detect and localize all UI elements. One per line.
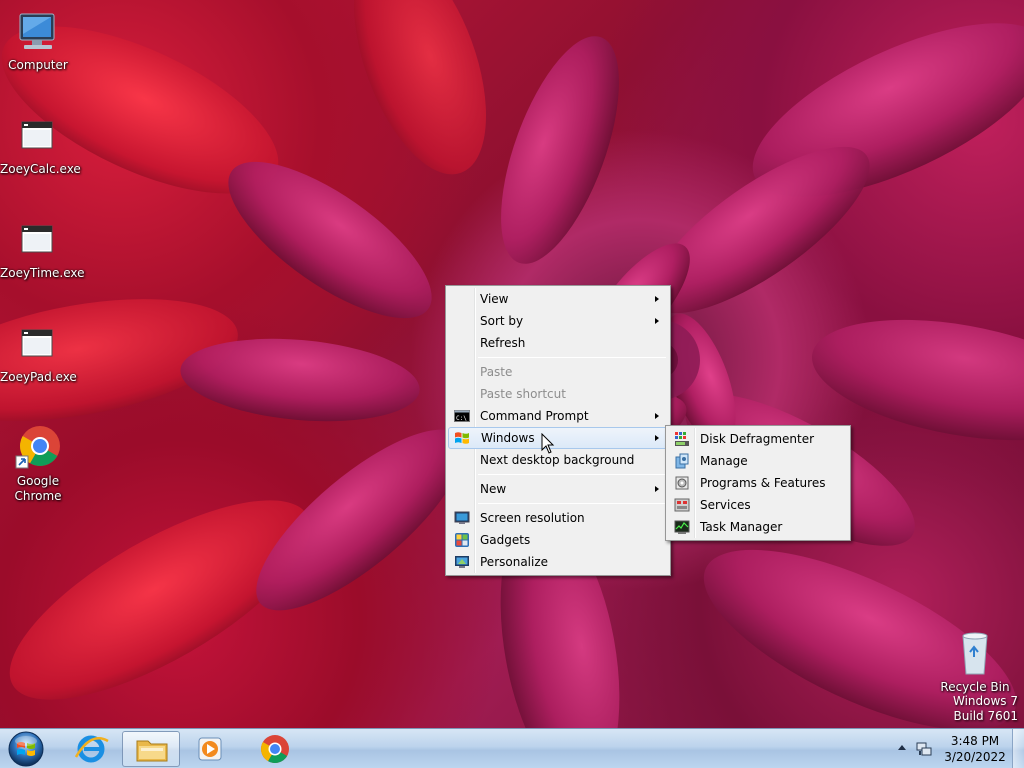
- submenu-arrow-icon: [655, 296, 659, 302]
- defrag-icon: [674, 431, 690, 447]
- computer-icon: [14, 8, 62, 56]
- menu-separator: [478, 474, 666, 475]
- media-player-icon: [198, 737, 222, 761]
- menu-item-label: Paste shortcut: [480, 387, 566, 401]
- menu-item-label: Personalize: [480, 555, 549, 569]
- menu-separator: [478, 503, 666, 504]
- menu-item-paste: Paste: [448, 361, 668, 383]
- menu-item-refresh[interactable]: Refresh: [448, 332, 668, 354]
- menu-item-label: Paste: [480, 365, 513, 379]
- show-desktop-button[interactable]: [1012, 729, 1024, 768]
- application-window-icon: [14, 320, 62, 368]
- personalize-icon: [454, 554, 470, 570]
- desktop-context-menu: View Sort by Refresh Paste Paste shortcu…: [445, 285, 671, 576]
- mouse-cursor-icon: [541, 433, 555, 454]
- submenu-arrow-icon: [655, 486, 659, 492]
- submenu-item-disk-defragmenter[interactable]: Disk Defragmenter: [668, 428, 848, 450]
- network-icon[interactable]: [916, 741, 932, 757]
- menu-item-label: Sort by: [480, 314, 524, 328]
- desktop-icon-computer[interactable]: Computer: [0, 8, 76, 73]
- taskbar-file-explorer[interactable]: [122, 731, 180, 767]
- manage-icon: [674, 453, 690, 469]
- menu-item-label: New: [480, 482, 507, 496]
- menu-item-label: Manage: [700, 454, 748, 468]
- submenu-arrow-icon: [655, 318, 659, 324]
- taskbar-media-player[interactable]: [182, 731, 240, 767]
- desktop-icon-label: Computer: [8, 58, 68, 72]
- menu-item-label: Command Prompt: [480, 409, 589, 423]
- menu-item-label: Services: [700, 498, 751, 512]
- start-button[interactable]: [3, 730, 49, 768]
- submenu-item-task-manager[interactable]: Task Manager: [668, 516, 848, 538]
- desktop-icon-label: Recycle Bin: [940, 680, 1010, 694]
- application-window-icon: [14, 216, 62, 264]
- desktop-icon-label: ZoeyCalc.exe: [0, 162, 81, 176]
- menu-item-label: Refresh: [480, 336, 526, 350]
- menu-item-label: Gadgets: [480, 533, 531, 547]
- menu-item-label: Task Manager: [700, 520, 783, 534]
- menu-item-sort-by[interactable]: Sort by: [448, 310, 668, 332]
- menu-item-gadgets[interactable]: Gadgets: [448, 529, 668, 551]
- chrome-icon: [14, 424, 62, 472]
- menu-separator: [478, 357, 666, 358]
- desktop-icon-label: Google Chrome: [14, 474, 62, 503]
- file-explorer-icon: [136, 740, 168, 762]
- menu-item-windows[interactable]: Windows: [448, 427, 668, 449]
- system-tray: 3:48 PM 3/20/2022: [884, 729, 1024, 768]
- desktop-icon-label: ZoeyPad.exe: [0, 370, 77, 384]
- windows-flag-icon: [454, 430, 470, 446]
- windows-orb-icon: [8, 731, 44, 767]
- clock-time: 3:48 PM: [950, 734, 1000, 748]
- menu-item-screen-resolution[interactable]: Screen resolution: [448, 507, 668, 529]
- desktop-icon-recycle-bin[interactable]: Recycle Bin: [937, 628, 1013, 695]
- menu-item-label: Next desktop background: [480, 453, 635, 467]
- desktop-icon-zoeytime[interactable]: ZoeyTime.exe: [0, 216, 85, 281]
- desktop-icon-google-chrome[interactable]: Google Chrome: [0, 424, 76, 504]
- menu-item-personalize[interactable]: Personalize: [448, 551, 668, 573]
- menu-item-next-desktop-background[interactable]: Next desktop background: [448, 449, 668, 471]
- watermark-os: Windows 7: [952, 694, 1018, 708]
- menu-item-label: Disk Defragmenter: [700, 432, 815, 446]
- menu-item-new[interactable]: New: [448, 478, 668, 500]
- submenu-arrow-icon: [655, 435, 659, 441]
- submenu-item-programs-features[interactable]: Programs & Features: [668, 472, 848, 494]
- monitor-icon: [454, 510, 470, 526]
- menu-item-label: Screen resolution: [480, 511, 585, 525]
- menu-item-label: View: [480, 292, 509, 306]
- submenu-arrow-icon: [655, 413, 659, 419]
- clock-date: 3/20/2022: [944, 750, 1006, 764]
- menu-item-label: Windows: [481, 431, 535, 445]
- desktop-icon-zoeycalc[interactable]: ZoeyCalc.exe: [0, 112, 81, 177]
- desktop-icon-zoeypad[interactable]: ZoeyPad.exe: [0, 320, 77, 385]
- programs-icon: [674, 475, 690, 491]
- taskbar-chrome[interactable]: [246, 731, 304, 767]
- internet-explorer-icon: [74, 735, 109, 763]
- menu-item-view[interactable]: View: [448, 288, 668, 310]
- menu-item-command-prompt[interactable]: C:\ Command Prompt: [448, 405, 668, 427]
- application-window-icon: [14, 112, 62, 160]
- gadgets-icon: [454, 532, 470, 548]
- menu-item-label: Programs & Features: [700, 476, 826, 490]
- submenu-item-services[interactable]: Services: [668, 494, 848, 516]
- recycle-bin-icon: [951, 628, 999, 678]
- task-manager-icon: [674, 519, 690, 535]
- taskbar-clock[interactable]: 3:48 PM 3/20/2022: [940, 733, 1010, 765]
- windows-submenu: Disk Defragmenter Manage Programs & Feat…: [665, 425, 851, 541]
- cmd-icon: C:\: [454, 408, 470, 424]
- desktop-icon-label: ZoeyTime.exe: [0, 266, 85, 280]
- watermark-build: Build 7601: [953, 709, 1018, 723]
- taskbar-internet-explorer[interactable]: [62, 731, 120, 767]
- services-icon: [674, 497, 690, 513]
- windows-build-watermark: Windows 7 Build 7601: [953, 694, 1018, 724]
- menu-item-paste-shortcut: Paste shortcut: [448, 383, 668, 405]
- tray-expand-arrow-icon[interactable]: [898, 745, 906, 750]
- submenu-item-manage[interactable]: Manage: [668, 450, 848, 472]
- chrome-icon: [261, 735, 289, 763]
- svg-text:C:\: C:\: [456, 415, 467, 422]
- taskbar: 3:48 PM 3/20/2022: [0, 728, 1024, 768]
